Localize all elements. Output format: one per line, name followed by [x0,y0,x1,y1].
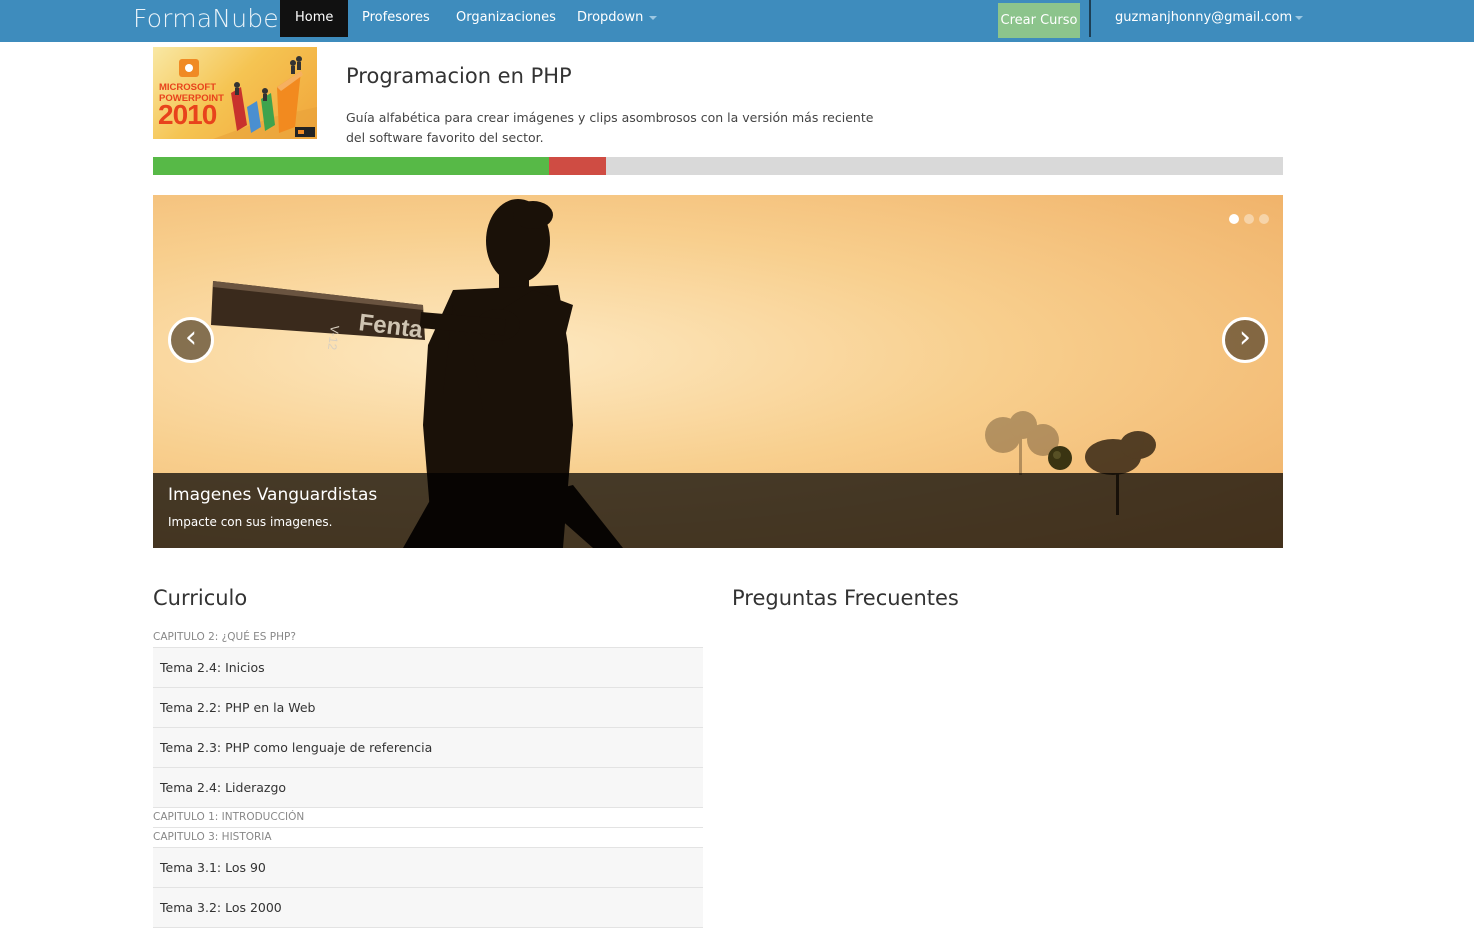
chevron-down-icon [649,15,658,20]
nav-profesores[interactable]: Profesores [347,0,445,37]
faq-title: Preguntas Frecuentes [732,586,959,610]
caption-text: Impacte con sus imagenes. [168,515,333,529]
caption-title: Imagenes Vanguardistas [168,485,378,505]
carousel-indicator-3[interactable] [1259,214,1269,224]
curriculum-title: Curriculo [153,586,248,610]
chapter-header[interactable]: Capitulo 3: Historia [153,828,703,848]
course-progress-bar [153,157,1283,175]
course-thumbnail[interactable]: MICROSOFT POWERPOINT 2010 [153,47,317,139]
topic-item[interactable]: Tema 2.4: Liderazgo [153,768,703,808]
chevron-left-icon: ‹ [185,320,197,355]
top-navbar: FormaNube Home Profesores Organizaciones… [0,0,1474,42]
course-description: Guía alfabética para crear imágenes y cl… [346,110,874,145]
user-email: guzmanjhonny@gmail.com [1115,10,1293,25]
progress-failed [549,157,606,175]
thumbnail-line1: MICROSOFT [159,82,216,93]
brand-logo[interactable]: FormaNube [133,4,279,33]
user-menu[interactable]: guzmanjhonny@gmail.com [1115,0,1304,37]
carousel-prev-button[interactable]: ‹ [168,317,214,363]
topic-item[interactable]: Tema 2.4: Inicios [153,648,703,688]
nav-dropdown-label: Dropdown [577,10,644,25]
chevron-down-icon [1295,15,1304,20]
topic-item[interactable]: Tema 2.3: PHP como lenguaje de referenci… [153,728,703,768]
carousel-next-button[interactable]: › [1222,317,1268,363]
carousel-caption: Imagenes Vanguardistas Impacte con sus i… [153,473,1283,548]
image-carousel: Fenta V-12 ‹ › Imagenes Vanguardistas Im… [153,195,1283,548]
progress-completed [153,157,549,175]
topic-item[interactable]: Tema 2.2: PHP en la Web [153,688,703,728]
topic-item[interactable]: Tema 3.1: Los 90 [153,848,703,888]
chapter-header[interactable]: Capitulo 1: Introducción [153,808,703,828]
course-title: Programacion en PHP [346,64,572,88]
nav-organizaciones[interactable]: Organizaciones [441,0,571,37]
carousel-indicator-2[interactable] [1244,214,1254,224]
nav-divider [1089,0,1091,37]
create-course-button[interactable]: Crear Curso [998,3,1080,38]
curriculum-list: Capitulo 2: ¿Qué es PHP? Tema 2.4: Inici… [153,628,703,928]
thumbnail-year: 2010 [158,99,217,130]
topic-item[interactable]: Tema 3.2: Los 2000 [153,888,703,928]
nav-home[interactable]: Home [280,0,349,37]
chevron-right-icon: › [1239,320,1251,355]
carousel-indicator-1[interactable] [1229,214,1239,224]
chapter-header[interactable]: Capitulo 2: ¿Qué es PHP? [153,628,703,648]
carousel-indicators [1224,209,1269,228]
nav-dropdown[interactable]: Dropdown [562,0,672,37]
